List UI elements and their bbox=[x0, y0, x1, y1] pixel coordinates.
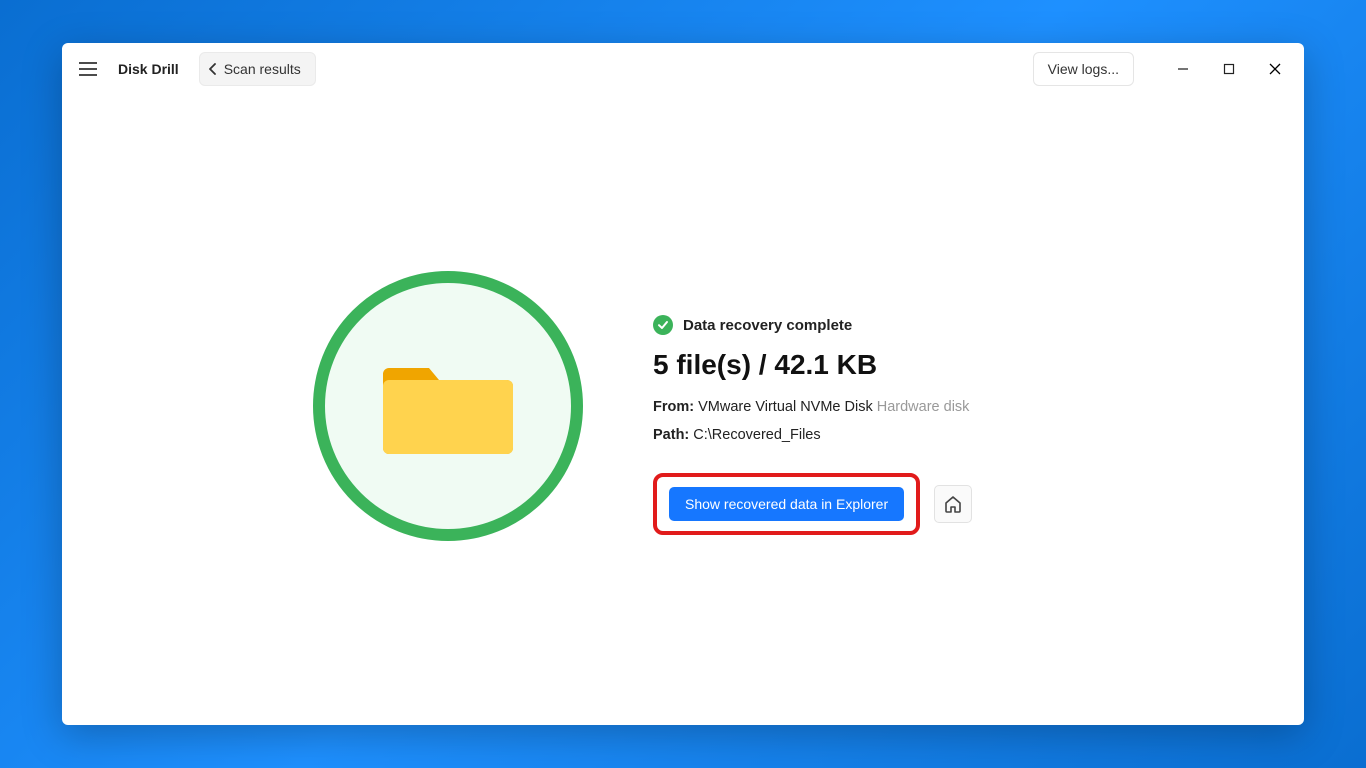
window-controls bbox=[1160, 53, 1298, 85]
from-line: From: VMware Virtual NVMe Disk Hardware … bbox=[653, 399, 1053, 415]
view-logs-label: View logs... bbox=[1048, 61, 1119, 77]
minimize-button[interactable] bbox=[1160, 53, 1206, 85]
menu-button[interactable] bbox=[72, 53, 104, 85]
show-in-explorer-button[interactable]: Show recovered data in Explorer bbox=[669, 487, 904, 521]
maximize-button[interactable] bbox=[1206, 53, 1252, 85]
recovery-summary: 5 file(s) / 42.1 KB bbox=[653, 349, 1053, 381]
from-extra: Hardware disk bbox=[877, 399, 970, 415]
home-button[interactable] bbox=[934, 485, 972, 523]
status-row: Data recovery complete bbox=[653, 315, 1053, 335]
from-label: From: bbox=[653, 399, 694, 415]
path-line: Path: C:\Recovered_Files bbox=[653, 427, 1053, 443]
success-illustration bbox=[313, 271, 583, 541]
content-area: Data recovery complete 5 file(s) / 42.1 … bbox=[62, 95, 1304, 725]
view-logs-button[interactable]: View logs... bbox=[1033, 52, 1134, 86]
titlebar: Disk Drill Scan results View logs... bbox=[62, 43, 1304, 95]
maximize-icon bbox=[1223, 63, 1235, 75]
hamburger-icon bbox=[79, 62, 97, 76]
close-icon bbox=[1269, 63, 1281, 75]
back-button-label: Scan results bbox=[224, 61, 301, 77]
actions-row: Show recovered data in Explorer bbox=[653, 473, 1053, 535]
home-icon bbox=[943, 494, 963, 514]
path-value: C:\Recovered_Files bbox=[693, 427, 820, 443]
app-title: Disk Drill bbox=[112, 61, 185, 77]
path-label: Path: bbox=[653, 427, 689, 443]
back-button[interactable]: Scan results bbox=[199, 52, 316, 86]
highlight-annotation: Show recovered data in Explorer bbox=[653, 473, 920, 535]
app-window: Disk Drill Scan results View logs... bbox=[62, 43, 1304, 725]
from-value: VMware Virtual NVMe Disk bbox=[698, 399, 873, 415]
folder-icon bbox=[383, 354, 513, 458]
minimize-icon bbox=[1177, 63, 1189, 75]
close-button[interactable] bbox=[1252, 53, 1298, 85]
result-panel: Data recovery complete 5 file(s) / 42.1 … bbox=[653, 275, 1053, 535]
chevron-left-icon bbox=[208, 63, 218, 75]
success-check-icon bbox=[653, 315, 673, 335]
status-text: Data recovery complete bbox=[683, 317, 852, 334]
show-in-explorer-label: Show recovered data in Explorer bbox=[685, 496, 888, 512]
